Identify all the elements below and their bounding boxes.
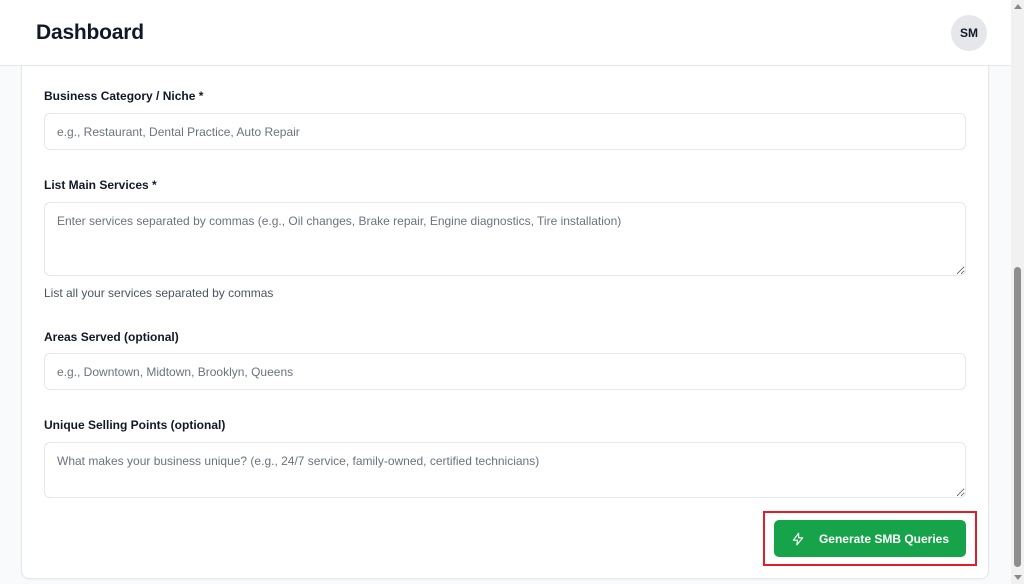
areas-served-label: Areas Served (optional) — [44, 330, 179, 344]
lightning-icon — [791, 532, 805, 546]
unique-selling-points-textarea[interactable] — [44, 442, 966, 498]
main-services-label: List Main Services * — [44, 178, 157, 192]
business-category-input[interactable] — [44, 113, 966, 150]
areas-served-input[interactable] — [44, 353, 966, 390]
page-scrollbar[interactable] — [1011, 0, 1024, 584]
scrollbar-thumb[interactable] — [1014, 267, 1021, 567]
scroll-up-arrow-icon[interactable] — [1014, 4, 1022, 9]
user-avatar[interactable]: SM — [951, 14, 987, 51]
business-category-label: Business Category / Niche * — [44, 89, 204, 103]
generate-smb-queries-button[interactable]: Generate SMB Queries — [774, 520, 966, 557]
generate-button-label: Generate SMB Queries — [818, 531, 950, 546]
smb-query-form-card: Business Category / Niche * List Main Se… — [21, 66, 989, 579]
scroll-down-arrow-icon[interactable] — [1014, 575, 1022, 580]
main-services-hint: List all your services separated by comm… — [44, 286, 274, 300]
top-header: Dashboard SM — [0, 0, 1011, 66]
main-services-textarea[interactable] — [44, 202, 966, 276]
unique-selling-points-label: Unique Selling Points (optional) — [44, 418, 226, 432]
page-title: Dashboard — [36, 20, 144, 44]
